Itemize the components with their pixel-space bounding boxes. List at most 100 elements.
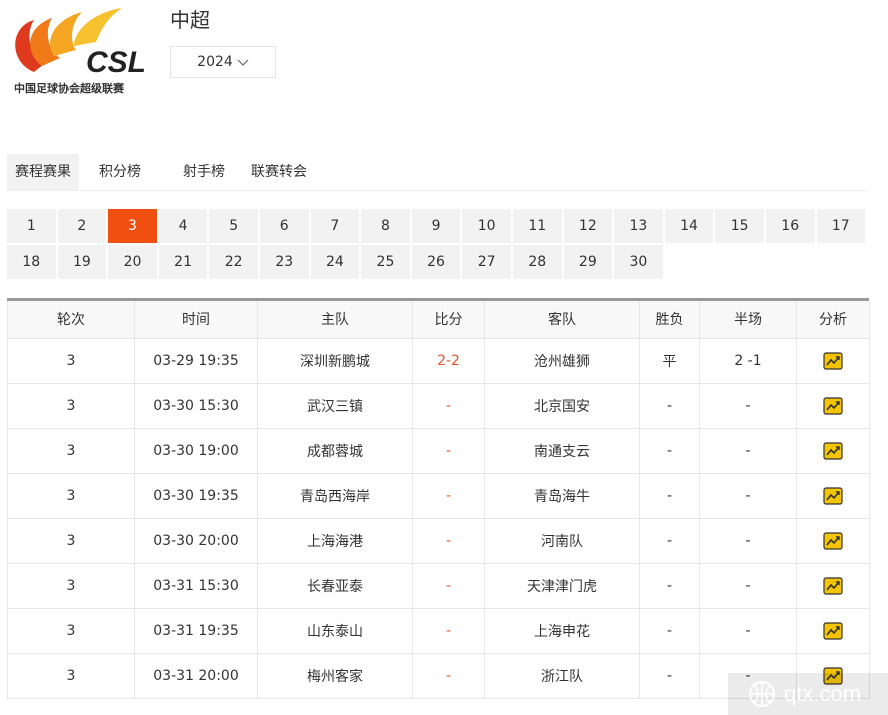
round-5[interactable]: 5 [209, 209, 258, 243]
round-10[interactable]: 10 [462, 209, 511, 243]
away-team: 河南队 [484, 517, 640, 564]
round-row: 18 19 20 21 22 23 24 25 26 27 28 29 30 [7, 245, 869, 279]
round-17[interactable]: 17 [816, 209, 866, 243]
nav-tabs: 赛程赛果 积分榜 射手榜 联赛转会 [7, 154, 869, 191]
round-13[interactable]: 13 [614, 209, 663, 243]
table-row: 3 03-30 19:00 成都蓉城 - 南通支云 - - [7, 427, 870, 474]
analysis-cell[interactable] [796, 607, 870, 654]
round-11[interactable]: 11 [512, 209, 562, 243]
round-26[interactable]: 26 [411, 245, 461, 279]
match-time: 03-30 20:00 [134, 517, 258, 564]
round-2[interactable]: 2 [57, 209, 107, 243]
round-28[interactable]: 28 [512, 245, 562, 279]
match-score: - [412, 472, 485, 519]
tab-standings[interactable]: 积分榜 [91, 154, 165, 190]
logo-mark: CSL [86, 46, 146, 79]
analysis-cell[interactable] [796, 427, 870, 474]
halftime-score: - [699, 562, 797, 609]
league-title: 中超 [170, 8, 210, 32]
round-20[interactable]: 20 [108, 245, 157, 279]
match-time: 03-31 19:35 [134, 607, 258, 654]
round-16[interactable]: 16 [765, 209, 815, 243]
match-score: - [412, 607, 485, 654]
round-7[interactable]: 7 [310, 209, 360, 243]
round-8[interactable]: 8 [361, 209, 410, 243]
match-round: 3 [7, 472, 135, 519]
home-team: 深圳新鹏城 [257, 337, 413, 384]
round-4[interactable]: 4 [158, 209, 208, 243]
match-time: 03-31 15:30 [134, 562, 258, 609]
round-19[interactable]: 19 [57, 245, 107, 279]
match-table: 轮次 时间 主队 比分 客队 胜负 半场 分析 3 03-29 19:35 深圳新鹏… [7, 298, 870, 699]
round-15[interactable]: 15 [715, 209, 764, 243]
round-29[interactable]: 29 [563, 245, 613, 279]
analysis-chart-icon[interactable] [823, 576, 843, 595]
analysis-chart-icon[interactable] [823, 351, 843, 370]
table-row: 3 03-31 19:35 山东泰山 - 上海申花 - - [7, 607, 870, 654]
tab-schedule-results[interactable]: 赛程赛果 [7, 154, 79, 190]
tab-top-scorers[interactable]: 射手榜 [175, 154, 241, 190]
analysis-chart-icon[interactable] [823, 441, 843, 460]
col-round: 轮次 [7, 301, 135, 339]
analysis-chart-icon[interactable] [823, 621, 843, 640]
round-23[interactable]: 23 [259, 245, 309, 279]
halftime-score: - [699, 517, 797, 564]
analysis-cell[interactable] [796, 517, 870, 564]
analysis-cell[interactable] [796, 337, 870, 384]
season-select[interactable]: 2024 [170, 46, 276, 78]
halftime-score: - [699, 472, 797, 519]
round-selector: 1 2 3 4 5 6 7 8 9 10 11 12 13 14 15 16 17 18 19 20 21 22 23 24… [7, 209, 869, 281]
analysis-chart-icon[interactable] [823, 531, 843, 550]
home-team: 成都蓉城 [257, 427, 413, 474]
analysis-cell[interactable] [796, 382, 870, 429]
logo-caption: 中国足球协会超级联赛 [14, 81, 125, 95]
match-result: - [639, 427, 700, 474]
away-team: 青岛海牛 [484, 472, 640, 519]
round-21[interactable]: 21 [158, 245, 208, 279]
away-team: 浙江队 [484, 652, 640, 699]
table-row: 3 03-29 19:35 深圳新鹏城 2-2 沧州雄狮平 2 -1 [7, 337, 870, 384]
round-14[interactable]: 14 [664, 209, 714, 243]
halftime-score: 2 -1 [699, 337, 797, 384]
match-round: 3 [7, 652, 135, 699]
match-time: 03-30 15:30 [134, 382, 258, 429]
match-round: 3 [7, 382, 135, 429]
round-row: 1 2 3 4 5 6 7 8 9 10 11 12 13 14 15 16 17 [7, 209, 869, 243]
tab-transfers[interactable]: 联赛转会 [243, 154, 323, 190]
match-score: 2-2 [412, 337, 485, 384]
match-time: 03-31 20:00 [134, 652, 258, 699]
home-team: 梅州客家 [257, 652, 413, 699]
match-result: - [639, 517, 700, 564]
round-27[interactable]: 27 [462, 245, 511, 279]
round-24[interactable]: 24 [310, 245, 360, 279]
round-3[interactable]: 3 [108, 209, 157, 243]
col-score: 比分 [412, 301, 485, 339]
round-9[interactable]: 9 [411, 209, 461, 243]
home-team: 上海海港 [257, 517, 413, 564]
match-score: - [412, 652, 485, 699]
chevron-down-icon [237, 59, 249, 66]
col-time: 时间 [134, 301, 258, 339]
away-team: 北京国安 [484, 382, 640, 429]
match-result: - [639, 652, 700, 699]
col-analysis: 分析 [796, 301, 870, 339]
match-round: 3 [7, 562, 135, 609]
watermark: qtx.com [728, 673, 888, 715]
analysis-cell[interactable] [796, 562, 870, 609]
home-team: 山东泰山 [257, 607, 413, 654]
table-row: 3 03-30 20:00 上海海港 - 河南队 - - [7, 517, 870, 564]
away-team: 上海申花 [484, 607, 640, 654]
round-18[interactable]: 18 [7, 245, 56, 279]
round-22[interactable]: 22 [209, 245, 258, 279]
table-row: 3 03-30 19:35 青岛西海岸 - 青岛海牛 - - [7, 472, 870, 519]
round-12[interactable]: 12 [563, 209, 613, 243]
round-25[interactable]: 25 [361, 245, 410, 279]
match-round: 3 [7, 337, 135, 384]
analysis-chart-icon[interactable] [823, 396, 843, 415]
halftime-score: - [699, 427, 797, 474]
analysis-cell[interactable] [796, 472, 870, 519]
round-1[interactable]: 1 [7, 209, 56, 243]
round-30[interactable]: 30 [614, 245, 663, 279]
round-6[interactable]: 6 [259, 209, 309, 243]
analysis-chart-icon[interactable] [823, 486, 843, 505]
